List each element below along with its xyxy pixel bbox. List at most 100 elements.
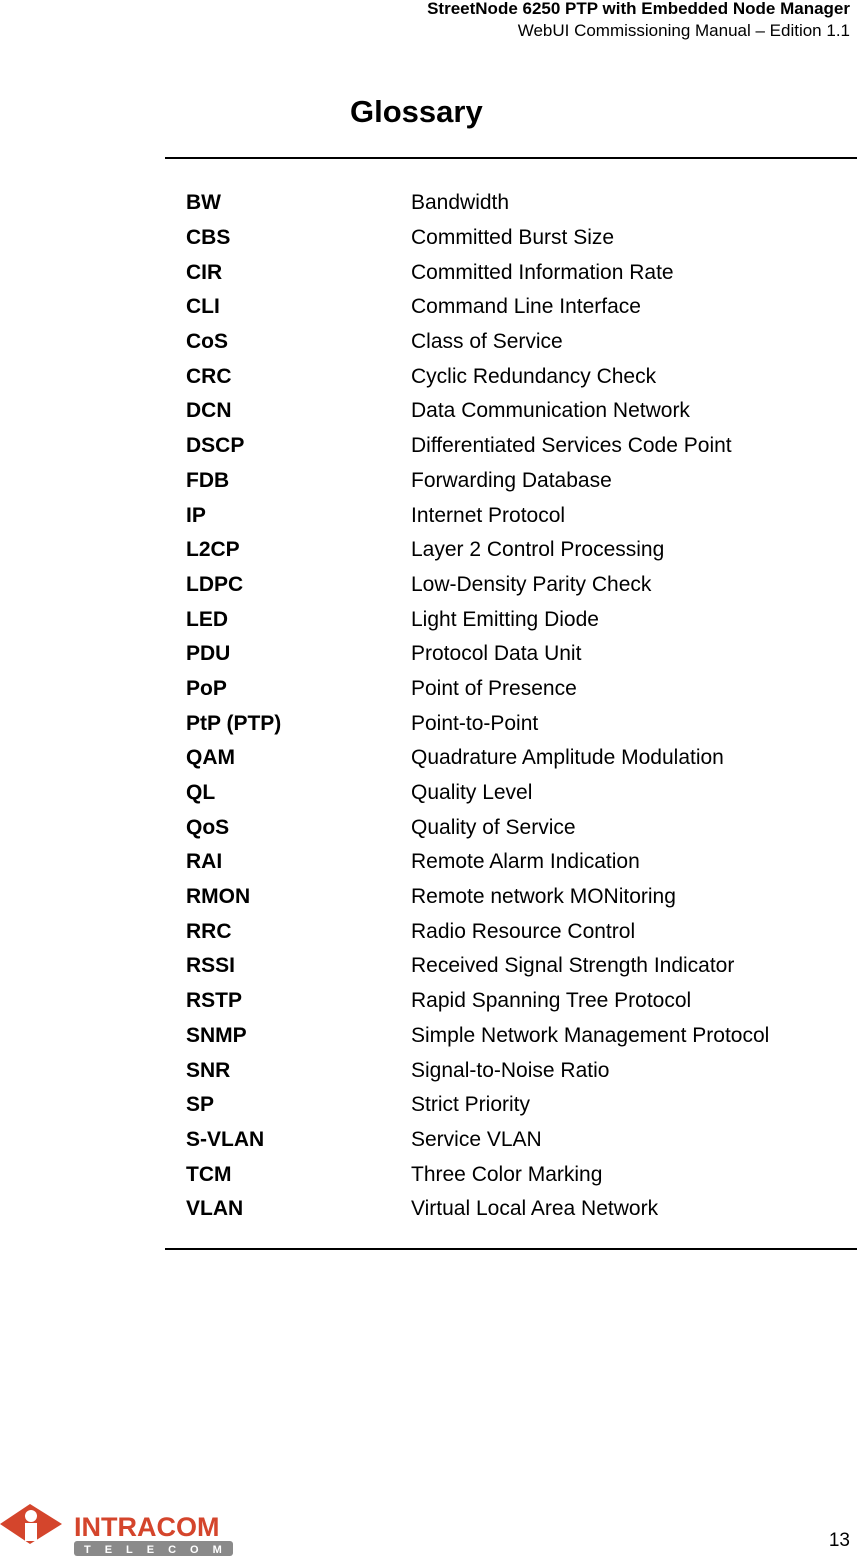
bottom-divider	[165, 1248, 857, 1250]
intracom-i-icon	[0, 1504, 62, 1544]
glossary-entry: QoS Quality of Service	[186, 810, 769, 845]
page-title: Glossary	[350, 94, 483, 129]
glossary-abbreviation: CRC	[186, 364, 232, 388]
glossary-entry: FDB Forwarding Database	[186, 464, 769, 499]
glossary-entry: DSCP Differentiated Services Code Point	[186, 429, 769, 464]
glossary-abbreviation: QAM	[186, 746, 235, 770]
glossary-definition: Quality of Service	[411, 815, 576, 839]
glossary-definition: Radio Resource Control	[411, 919, 636, 943]
glossary-definition: Layer 2 Control Processing	[411, 538, 665, 562]
glossary-definition: Cyclic Redundancy Check	[411, 364, 657, 388]
glossary-abbreviation: FDB	[186, 468, 230, 492]
glossary-abbreviation: DCN	[186, 399, 232, 423]
glossary-definition: Forwarding Database	[411, 468, 612, 492]
glossary-abbreviation: TCM	[186, 1162, 232, 1186]
glossary-definition: Point-to-Point	[411, 711, 539, 735]
glossary-definition: Signal-to-Noise Ratio	[411, 1058, 610, 1082]
glossary-abbreviation: PoP	[186, 676, 227, 700]
glossary-entry: PoP Point of Presence	[186, 672, 769, 707]
glossary-abbreviation: CoS	[186, 330, 228, 354]
glossary-abbreviation: SNR	[186, 1058, 231, 1082]
top-divider	[165, 157, 857, 159]
glossary-definition: Quadrature Amplitude Modulation	[411, 746, 724, 770]
glossary-entry: TCM Three Color Marking	[186, 1157, 769, 1192]
glossary-abbreviation: VLAN	[186, 1197, 244, 1221]
glossary-entry: PtP (PTP) Point-to-Point	[186, 706, 769, 741]
glossary-definition: Low-Density Parity Check	[411, 572, 652, 596]
glossary-entry: IP Internet Protocol	[186, 498, 769, 533]
glossary-abbreviation: RSSI	[186, 954, 236, 978]
glossary-abbreviation: CBS	[186, 226, 231, 250]
glossary-list: BW Bandwidth CBS Committed Burst Size CIR Com…	[186, 186, 769, 1227]
glossary-entry: SNMP Simple Network Management Protocol	[186, 1019, 769, 1054]
intracom-telecom-logo: INTRACOM TELECOM	[0, 1500, 240, 1562]
glossary-entry: L2CP Layer 2 Control Processing	[186, 533, 769, 568]
glossary-definition: Committed Information Rate	[411, 260, 674, 284]
glossary-entry: CBS Committed Burst Size	[186, 221, 769, 256]
glossary-abbreviation: RRC	[186, 919, 232, 943]
glossary-entry: SP Strict Priority	[186, 1088, 769, 1123]
glossary-definition: Strict Priority	[411, 1093, 531, 1117]
glossary-definition: Received Signal Strength Indicator	[411, 954, 735, 978]
glossary-definition: Remote Alarm Indication	[411, 850, 640, 874]
glossary-entry: CoS Class of Service	[186, 325, 769, 360]
glossary-abbreviation: RMON	[186, 885, 251, 909]
glossary-abbreviation: QL	[186, 781, 216, 805]
glossary-entry: LDPC Low-Density Parity Check	[186, 568, 769, 603]
glossary-abbreviation: DSCP	[186, 434, 245, 458]
glossary-definition: Committed Burst Size	[411, 226, 615, 250]
glossary-definition: Differentiated Services Code Point	[411, 434, 732, 458]
glossary-entry: CIR Committed Information Rate	[186, 255, 769, 290]
glossary-entry: RRC Radio Resource Control	[186, 914, 769, 949]
glossary-entry: CLI Command Line Interface	[186, 290, 769, 325]
glossary-abbreviation: S-VLAN	[186, 1127, 265, 1151]
glossary-entry: PDU Protocol Data Unit	[186, 637, 769, 672]
logo-sub: TELECOM	[84, 1544, 236, 1556]
header-manual-title: WebUI Commissioning Manual – Edition 1.1	[517, 21, 850, 40]
glossary-definition: Point of Presence	[411, 676, 577, 700]
page-number: 13	[828, 1530, 850, 1551]
glossary-definition: Remote network MONitoring	[411, 885, 676, 909]
glossary-entry: RMON Remote network MONitoring	[186, 880, 769, 915]
glossary-entry: LED Light Emitting Diode	[186, 602, 769, 637]
glossary-abbreviation: CLI	[186, 295, 220, 319]
glossary-definition: Class of Service	[411, 330, 563, 354]
glossary-entry: RAI Remote Alarm Indication	[186, 845, 769, 880]
glossary-abbreviation: BW	[186, 191, 221, 215]
glossary-abbreviation: PDU	[186, 642, 231, 666]
glossary-abbreviation: RSTP	[186, 989, 243, 1013]
glossary-definition: Internet Protocol	[411, 503, 566, 527]
glossary-entry: RSTP Rapid Spanning Tree Protocol	[186, 984, 769, 1019]
glossary-definition: Data Communication Network	[411, 399, 690, 423]
glossary-entry: BW Bandwidth	[186, 186, 769, 221]
glossary-definition: Light Emitting Diode	[411, 607, 599, 631]
logo-name: INTRACOM	[74, 1512, 219, 1542]
glossary-entry: QL Quality Level	[186, 776, 769, 811]
glossary-definition: Three Color Marking	[411, 1162, 603, 1186]
glossary-entry: SNR Signal-to-Noise Ratio	[186, 1053, 769, 1088]
glossary-abbreviation: LED	[186, 607, 228, 631]
glossary-abbreviation: SNMP	[186, 1023, 247, 1047]
glossary-definition: Quality Level	[411, 781, 533, 805]
glossary-definition: Virtual Local Area Network	[411, 1197, 659, 1221]
glossary-definition: Simple Network Management Protocol	[411, 1023, 770, 1047]
glossary-abbreviation: PtP (PTP)	[186, 711, 282, 735]
glossary-abbreviation: QoS	[186, 815, 230, 839]
glossary-entry: QAM Quadrature Amplitude Modulation	[186, 741, 769, 776]
glossary-definition: Rapid Spanning Tree Protocol	[411, 989, 692, 1013]
glossary-abbreviation: SP	[186, 1093, 215, 1117]
glossary-abbreviation: CIR	[186, 260, 223, 284]
glossary-abbreviation: RAI	[186, 850, 223, 874]
glossary-definition: Bandwidth	[411, 191, 510, 215]
glossary-entry: CRC Cyclic Redundancy Check	[186, 359, 769, 394]
glossary-entry: DCN Data Communication Network	[186, 394, 769, 429]
glossary-entry: S-VLAN Service VLAN	[186, 1123, 769, 1158]
glossary-definition: Protocol Data Unit	[411, 642, 582, 666]
glossary-abbreviation: LDPC	[186, 572, 244, 596]
glossary-entry: RSSI Received Signal Strength Indicator	[186, 949, 769, 984]
glossary-definition: Service VLAN	[411, 1127, 542, 1151]
glossary-abbreviation: L2CP	[186, 538, 240, 562]
header-product-title: StreetNode 6250 PTP with Embedded Node M…	[427, 0, 850, 18]
glossary-abbreviation: IP	[186, 503, 206, 527]
glossary-entry: VLAN Virtual Local Area Network	[186, 1192, 769, 1227]
